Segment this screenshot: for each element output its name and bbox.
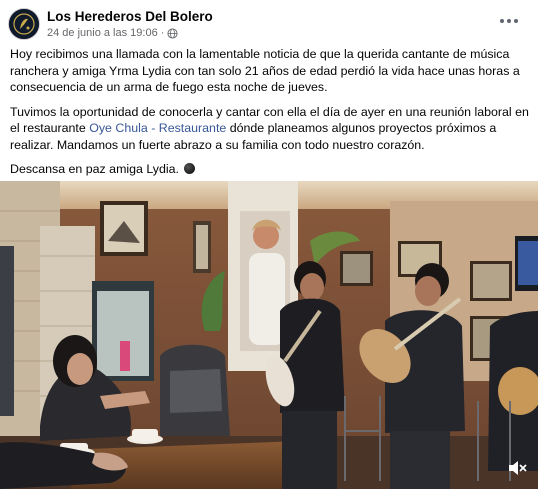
more-options-icon[interactable] [498, 12, 520, 30]
volume-muted-icon[interactable] [506, 457, 528, 479]
video-frame-image [0, 181, 538, 489]
post-paragraph: Tuvimos la oportunidad de conocerla y ca… [10, 104, 530, 154]
post-video[interactable] [0, 181, 538, 489]
post-paragraph: Descansa en paz amiga Lydia. [10, 161, 530, 178]
globe-icon [167, 27, 178, 39]
post-header: Los Herederos Del Bolero 24 de junio a l… [0, 0, 538, 46]
facebook-post: Los Herederos Del Bolero 24 de junio a l… [0, 0, 538, 489]
paragraph-text: Descansa en paz amiga Lydia. [10, 162, 179, 176]
meta-separator: · [160, 27, 165, 39]
restaurant-link[interactable]: Oye Chula - Restaurante [89, 121, 226, 135]
page-avatar[interactable] [8, 8, 40, 40]
band-logo-icon [9, 9, 39, 39]
post-text: Hoy recibimos una llamada con la lamenta… [10, 46, 530, 186]
post-paragraph: Hoy recibimos una llamada con la lamenta… [10, 47, 520, 94]
page-name[interactable]: Los Herederos Del Bolero [47, 9, 213, 24]
post-meta: 24 de junio a las 19:06 · [47, 27, 178, 39]
new-moon-emoji-icon [184, 163, 196, 174]
post-timestamp[interactable]: 24 de junio a las 19:06 [47, 27, 158, 39]
